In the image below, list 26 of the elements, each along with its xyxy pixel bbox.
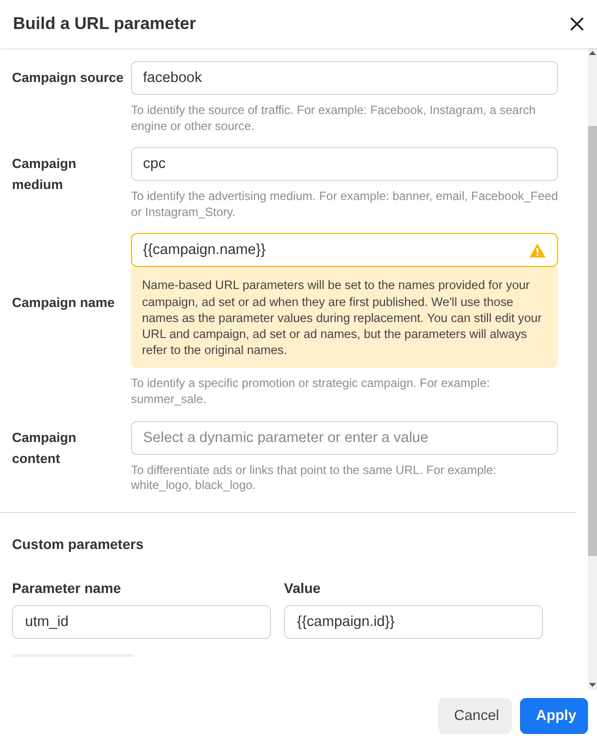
text-field[interactable]: {{campaign.id}} bbox=[284, 604, 543, 639]
text-field[interactable]: Select a dynamic parameter or enter a value bbox=[131, 420, 558, 455]
field-label: Campaign name bbox=[12, 294, 116, 312]
section-title: Custom parameters bbox=[12, 536, 144, 552]
help-text: To identify the source of traffic. For example: Facebook, Instagram, a search engine or other source. bbox=[131, 102, 537, 134]
field-label: Campaign medium bbox=[12, 155, 78, 194]
scroll-down-icon[interactable] bbox=[589, 683, 596, 687]
column-label: Value bbox=[284, 580, 322, 596]
help-text: To differentiate ads or links that point to the same URL. For example: white_logo, black_logo. bbox=[131, 462, 498, 494]
text-field[interactable]: utm_id bbox=[12, 604, 271, 639]
field-label: Campaign source bbox=[12, 69, 125, 87]
text-field[interactable]: facebook bbox=[131, 61, 558, 95]
warning-icon bbox=[529, 242, 546, 258]
field-label: Campaign content bbox=[12, 428, 78, 468]
dialog-title: Build a URL parameter bbox=[13, 14, 196, 34]
help-text: To identify a specific promotion or strategic campaign. For example: summer_sale. bbox=[131, 375, 491, 408]
apply-button[interactable]: Apply bbox=[520, 698, 588, 734]
text-field[interactable]: {{campaign.name}} bbox=[131, 233, 558, 268]
close-icon[interactable] bbox=[570, 17, 584, 31]
scroll-up-icon[interactable] bbox=[589, 51, 596, 55]
cancel-button[interactable]: Cancel bbox=[438, 698, 512, 734]
text-field[interactable]: cpc bbox=[131, 147, 558, 182]
warning-message: Name-based URL parameters will be set to the names provided for your campaign, ad set or ad when they are first published. We'll use those names as the parameter values during replacement. You can still edit your URL and campaign, ad set or ad names, but the parameters will always refer to the original names. bbox=[131, 267, 558, 368]
scrollbar[interactable] bbox=[588, 48, 597, 690]
help-text: To identify the advertising medium. For example: banner, email, Facebook_Feed or Instagram_Story. bbox=[131, 188, 558, 220]
column-label: Parameter name bbox=[12, 580, 122, 596]
